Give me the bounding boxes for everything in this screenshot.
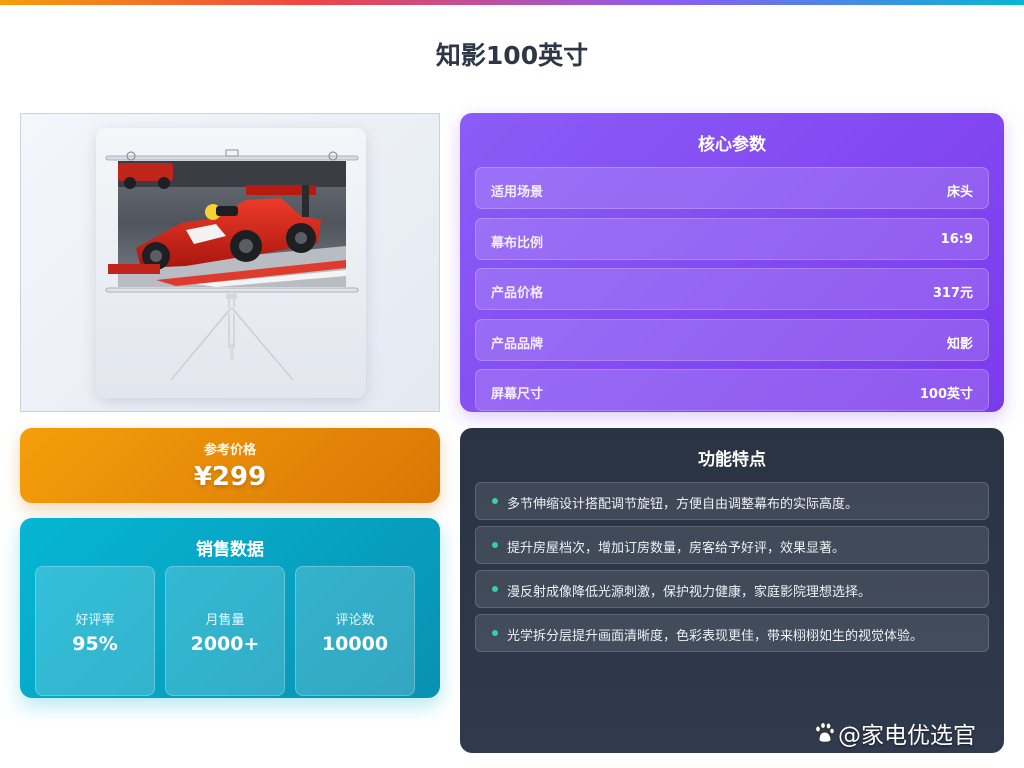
spec-value: 100英寸 [919,387,973,402]
feature-item: 光学拆分层提升画面清晰度，色彩表现更佳，带来栩栩如生的视觉体验。 [475,614,989,652]
stat-label: 好评率 [75,613,115,628]
page-title: 知影100英寸 [435,41,589,70]
bullet-dot-icon [492,630,498,636]
feature-text: 提升房屋档次，增加订房数量，房客给予好评，效果显著。 [507,541,846,556]
feature-text: 光学拆分层提升画面清晰度，色彩表现更佳，带来栩栩如生的视觉体验。 [507,629,924,644]
bullet-dot-icon [492,498,498,504]
spec-row-brand: 产品品牌 知影 [475,319,989,361]
stat-monthly-sales: 月售量 2000+ [165,566,285,696]
stat-value: 95% [72,633,118,655]
bullet-dot-icon [492,542,498,548]
price-value: ¥299 [193,462,267,492]
spec-name: 产品品牌 [491,337,544,352]
product-image-panel [20,113,440,412]
features-card: 功能特点 多节伸缩设计搭配调节旋钮，方便自由调整幕布的实际高度。 提升房屋档次，… [460,428,1004,753]
spec-row-price: 产品价格 317元 [475,268,989,310]
price-label: 参考价格 [203,443,256,458]
spec-value: 知影 [946,337,973,352]
feature-item: 多节伸缩设计搭配调节旋钮，方便自由调整幕布的实际高度。 [475,482,989,520]
spec-name: 产品价格 [491,286,544,301]
projector-screen-illustration [105,149,359,382]
baidu-paw-icon [815,722,835,743]
top-gradient-bar [0,0,1024,5]
stat-review-count: 评论数 10000 [295,566,415,696]
spec-name: 适用场景 [491,185,544,200]
sales-data-card: 销售数据 好评率 95% 月售量 2000+ 评论数 10000 [20,518,440,698]
stat-value: 10000 [321,633,389,655]
spec-value: 16:9 [940,232,973,247]
reference-price-card: 参考价格 ¥299 [20,428,440,503]
spec-value: 床头 [946,185,973,200]
specs-title: 核心参数 [698,135,766,155]
stat-label: 评论数 [335,613,375,628]
spec-row-scene: 适用场景 床头 [475,167,989,209]
watermark-text: @家电优选官 [838,723,976,749]
sales-title: 销售数据 [196,540,264,560]
stat-label: 月售量 [205,613,245,628]
spec-row-ratio: 幕布比例 16:9 [475,218,989,260]
feature-text: 漫反射成像降低光源刺激，保护视力健康，家庭影院理想选择。 [507,585,872,600]
watermark: @家电优选官 [812,716,976,750]
feature-text: 多节伸缩设计搭配调节旋钮，方便自由调整幕布的实际高度。 [507,497,859,512]
spec-value: 317元 [932,286,973,301]
core-specs-card: 核心参数 适用场景 床头 幕布比例 16:9 产品价格 317元 产品品牌 知影… [460,113,1004,412]
stat-value: 2000+ [190,633,260,655]
spec-row-size: 屏幕尺寸 100英寸 [475,369,989,411]
bullet-dot-icon [492,586,498,592]
features-title: 功能特点 [698,450,766,470]
spec-name: 幕布比例 [491,236,544,251]
stat-positive-rate: 好评率 95% [35,566,155,696]
feature-item: 提升房屋档次，增加订房数量，房客给予好评，效果显著。 [475,526,989,564]
feature-item: 漫反射成像降低光源刺激，保护视力健康，家庭影院理想选择。 [475,570,989,608]
spec-name: 屏幕尺寸 [491,387,544,402]
product-image [96,128,366,398]
